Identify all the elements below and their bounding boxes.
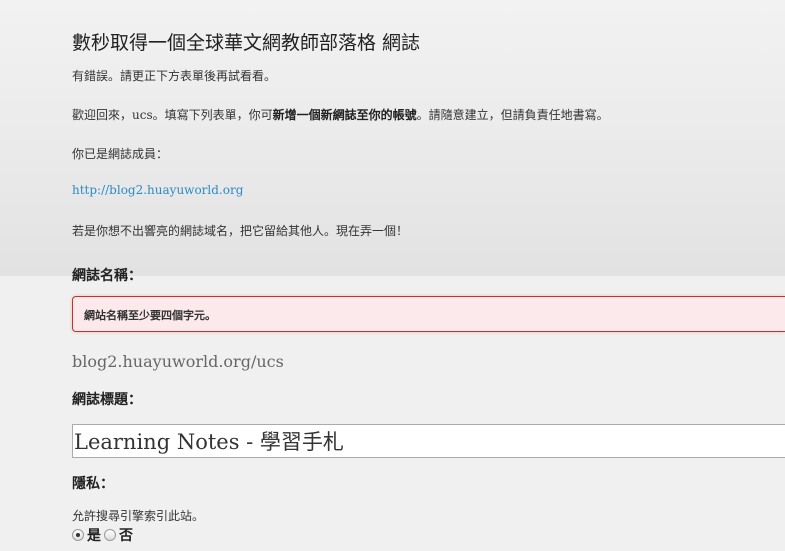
error-summary: 有錯誤。請更正下方表單後再試看看。	[72, 69, 277, 83]
welcome-highlight: 新增一個新網誌至你的帳號	[272, 108, 417, 122]
privacy-yes-radio[interactable]	[72, 529, 84, 541]
privacy-description: 允許搜尋引擎索引此站。	[72, 509, 205, 523]
privacy-no-label[interactable]: 否	[119, 525, 133, 545]
welcome-prefix: 歡迎回來，ucs。填寫下列表單，你可	[72, 108, 273, 122]
privacy-yes-label[interactable]: 是	[87, 525, 101, 545]
member-of-label: 你已是網誌成員：	[72, 147, 169, 161]
page-title: 數秒取得一個全球華文網教師部落格 網誌	[72, 32, 421, 54]
privacy-no-radio[interactable]	[104, 529, 116, 541]
existing-blog-link[interactable]: http://blog2.huayuworld.org	[72, 183, 243, 197]
blog-title-input[interactable]	[72, 424, 785, 458]
blog-name-error: 網站名稱至少要四個字元。	[72, 296, 785, 332]
privacy-options: 是 否	[72, 525, 136, 545]
existing-blog-item: http://blog2.huayuworld.org	[72, 183, 243, 197]
privacy-label: 隱私：	[72, 476, 114, 492]
welcome-message: 歡迎回來，ucs。填寫下列表單，你可新增一個新網誌至你的帳號。請隨意建立，但請負…	[72, 106, 609, 123]
blog-name-label: 網誌名稱：	[72, 268, 142, 284]
blog-domain: blog2.huayuworld.org/ucs	[72, 352, 284, 371]
cant-think-message: 若是你想不出響亮的網誌域名，把它留給其他人。現在弄一個！	[72, 224, 409, 238]
welcome-suffix: 。請隨意建立，但請負責任地書寫。	[416, 108, 609, 122]
blog-title-label: 網誌標題：	[72, 392, 142, 408]
blog-name-error-text: 網站名稱至少要四個字元。	[84, 309, 216, 322]
